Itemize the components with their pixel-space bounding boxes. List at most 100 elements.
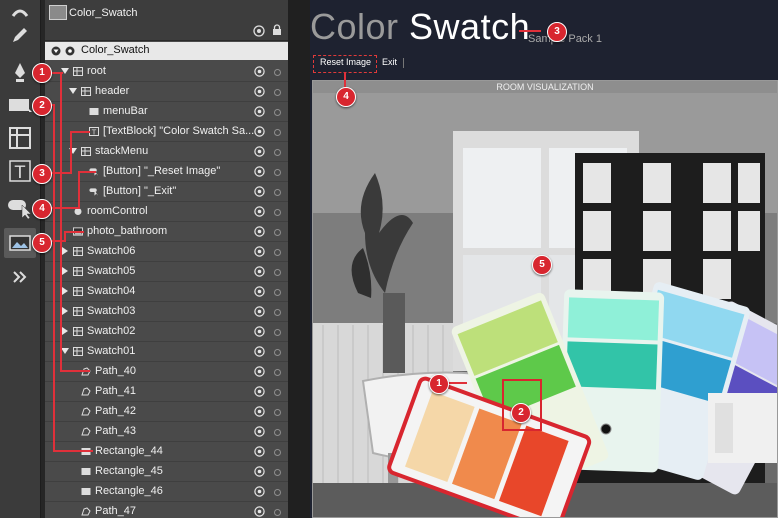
collapse-icon[interactable] [51, 46, 61, 56]
eye-icon[interactable] [254, 406, 265, 417]
callout-badge: 4 [32, 199, 52, 219]
eye-icon[interactable] [254, 166, 265, 177]
callout-line [78, 171, 96, 173]
eye-icon[interactable] [254, 466, 265, 477]
eye-icon[interactable] [254, 446, 265, 457]
lock-toggle-icon[interactable] [274, 129, 281, 136]
tree-row[interactable]: header [45, 82, 288, 102]
tree-row[interactable]: menuBar [45, 102, 288, 122]
document-thumbnail [49, 5, 67, 20]
path-icon [81, 507, 91, 516]
callout-line [447, 382, 467, 384]
lock-toggle-icon[interactable] [274, 409, 281, 416]
lock-toggle-icon[interactable] [274, 189, 281, 196]
lock-toggle-icon[interactable] [274, 369, 281, 376]
tree-row[interactable]: Rectangle_45 [45, 462, 288, 482]
tree-row[interactable]: Swatch01 [45, 342, 288, 362]
eye-icon[interactable] [254, 286, 265, 297]
expand-arrow-icon[interactable] [61, 348, 69, 354]
lock-toggle-icon[interactable] [274, 429, 281, 436]
grid-tool-icon[interactable] [4, 123, 36, 153]
lock-toggle-icon[interactable] [274, 109, 281, 116]
tree-row[interactable]: Path_40 [45, 362, 288, 382]
tree-row[interactable]: Swatch06 [45, 242, 288, 262]
grid-icon [73, 307, 83, 316]
eye-icon[interactable] [254, 486, 265, 497]
tree-row[interactable]: Path_47 [45, 502, 288, 518]
tree-row[interactable]: Path_41 [45, 382, 288, 402]
lock-toggle-icon[interactable] [274, 69, 281, 76]
collapsed-arrow-icon[interactable] [62, 327, 68, 335]
eye-icon[interactable] [254, 386, 265, 397]
lock-toggle-icon[interactable] [274, 149, 281, 156]
tree-row[interactable]: root [45, 62, 288, 82]
panel-divider [288, 0, 310, 518]
eye-icon[interactable] [254, 226, 265, 237]
tree-row[interactable]: Swatch02 [45, 322, 288, 342]
lock-toggle-icon[interactable] [274, 509, 281, 516]
tree-row[interactable]: Swatch04 [45, 282, 288, 302]
grid-icon [73, 347, 83, 356]
lock-toggle-icon[interactable] [274, 289, 281, 296]
lock-toggle-icon[interactable] [274, 169, 281, 176]
more-tools-icon[interactable] [4, 262, 36, 292]
tree-row-label: Path_43 [95, 425, 136, 437]
callout-line [53, 104, 55, 452]
lock-toggle-icon[interactable] [274, 489, 281, 496]
collapsed-arrow-icon[interactable] [62, 247, 68, 255]
exit-button[interactable]: Exit [382, 57, 397, 67]
visibility-icon[interactable] [64, 46, 76, 56]
collapsed-arrow-icon[interactable] [62, 287, 68, 295]
eye-icon[interactable] [254, 346, 265, 357]
eye-icon[interactable] [254, 366, 265, 377]
tree-row[interactable]: Rectangle_44 [45, 442, 288, 462]
eye-icon[interactable] [254, 266, 265, 277]
collapsed-arrow-icon[interactable] [62, 267, 68, 275]
tree-row[interactable]: roomControl [45, 202, 288, 222]
tree-row[interactable]: [Button] "_Exit" [45, 182, 288, 202]
swatch-fan[interactable] [313, 93, 778, 518]
callout-badge: 1 [32, 63, 52, 83]
eye-icon[interactable] [254, 426, 265, 437]
tree-row-label: Path_40 [95, 365, 136, 377]
eye-icon[interactable] [254, 326, 265, 337]
eye-icon[interactable] [254, 506, 265, 517]
eye-icon[interactable] [254, 86, 265, 97]
lock-toggle-icon[interactable] [274, 309, 281, 316]
tree-row[interactable]: Path_42 [45, 402, 288, 422]
document-row[interactable]: Color_Swatch [45, 0, 288, 41]
eye-icon[interactable] [254, 306, 265, 317]
lock-toggle-icon[interactable] [274, 89, 281, 96]
expand-arrow-icon[interactable] [69, 88, 77, 94]
lock-icon[interactable] [272, 24, 282, 36]
eye-icon[interactable] [254, 206, 265, 217]
lock-toggle-icon[interactable] [274, 229, 281, 236]
tree-row-label: Rectangle_44 [95, 445, 163, 457]
lock-toggle-icon[interactable] [274, 329, 281, 336]
eye-icon[interactable] [254, 66, 265, 77]
lock-toggle-icon[interactable] [274, 349, 281, 356]
tree-row[interactable]: Rectangle_46 [45, 482, 288, 502]
eye-icon[interactable] [254, 126, 265, 137]
tree-row[interactable]: stackMenu [45, 142, 288, 162]
lock-toggle-icon[interactable] [274, 249, 281, 256]
tree-row[interactable]: Path_43 [45, 422, 288, 442]
lock-toggle-icon[interactable] [274, 269, 281, 276]
tree-row-label: Swatch01 [87, 345, 136, 357]
eye-icon[interactable] [253, 25, 265, 37]
lock-toggle-icon[interactable] [274, 449, 281, 456]
collapsed-arrow-icon[interactable] [62, 307, 68, 315]
tree-row[interactable]: Swatch05 [45, 262, 288, 282]
eye-icon[interactable] [254, 186, 265, 197]
callout-badge: 5 [32, 233, 52, 253]
lock-toggle-icon[interactable] [274, 389, 281, 396]
eye-icon[interactable] [254, 106, 265, 117]
eye-icon[interactable] [254, 246, 265, 257]
object-tree-header[interactable]: Color_Swatch [45, 42, 288, 60]
lock-toggle-icon[interactable] [274, 209, 281, 216]
room-visualization[interactable]: ROOM VISUALIZATION [312, 80, 778, 518]
tree-row[interactable]: Swatch03 [45, 302, 288, 322]
eye-icon[interactable] [254, 146, 265, 157]
pencil-tool-icon[interactable] [4, 20, 36, 50]
lock-toggle-icon[interactable] [274, 469, 281, 476]
